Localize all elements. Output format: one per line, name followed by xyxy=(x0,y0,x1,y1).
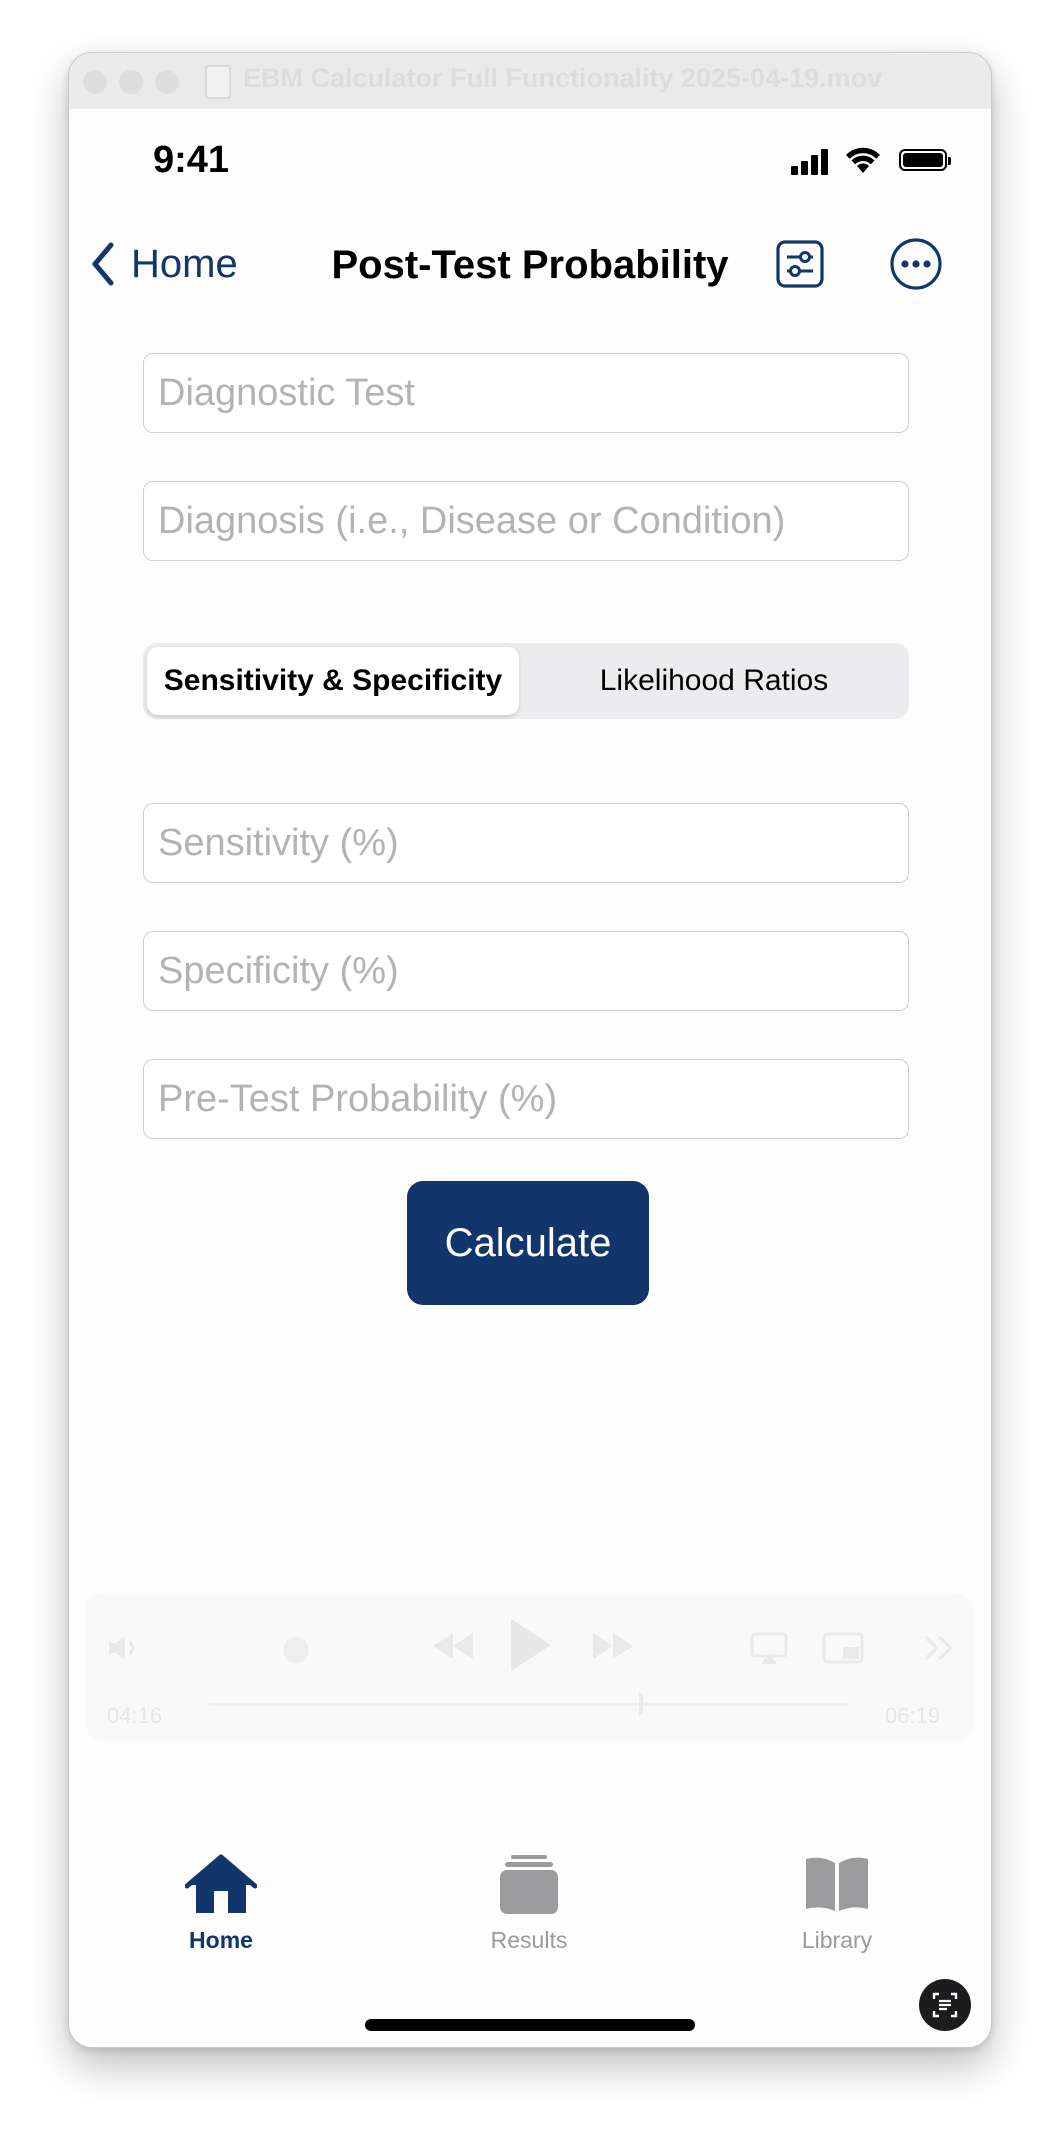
text-scan-icon xyxy=(932,1992,958,2018)
calculate-button[interactable]: Calculate xyxy=(407,1181,649,1305)
document-icon xyxy=(205,65,231,99)
diagnostic-test-input[interactable] xyxy=(143,353,909,433)
page-title: Post-Test Probability xyxy=(331,243,729,287)
book-icon xyxy=(806,1857,868,1911)
segment-likelihood-ratios[interactable]: Likelihood Ratios xyxy=(523,647,905,715)
segment-sensitivity-specificity[interactable]: Sensitivity & Specificity xyxy=(147,647,519,715)
tab-bar: Home Results Library xyxy=(69,1853,991,1973)
minimize-window-button[interactable] xyxy=(119,70,143,94)
scrubber-handle[interactable] xyxy=(639,1693,643,1715)
close-window-button[interactable] xyxy=(83,70,107,94)
tab-library[interactable]: Library xyxy=(747,1853,927,1954)
sliders-icon xyxy=(776,240,824,288)
zoom-window-button[interactable] xyxy=(155,70,179,94)
remaining-time: 06:19 xyxy=(885,1703,941,1728)
tab-results-label: Results xyxy=(490,1927,568,1953)
cellular-signal-icon xyxy=(791,149,829,175)
battery-icon xyxy=(899,149,951,171)
tab-home[interactable]: Home xyxy=(131,1853,311,1954)
tab-home-label: Home xyxy=(189,1927,253,1953)
window-titlebar: EBM Calculator Full Functionality 2025-0… xyxy=(69,53,991,109)
tab-library-label: Library xyxy=(801,1927,873,1953)
more-button[interactable] xyxy=(889,237,943,296)
app-window: EBM Calculator Full Functionality 2025-0… xyxy=(68,52,992,2048)
play-icon[interactable] xyxy=(505,1615,555,1675)
share-icon[interactable] xyxy=(921,1633,955,1663)
volume-icon[interactable] xyxy=(107,1633,143,1663)
live-text-button[interactable] xyxy=(919,1979,971,2031)
window-title: EBM Calculator Full Functionality 2025-0… xyxy=(243,63,883,93)
status-time: 9:41 xyxy=(153,139,230,181)
volume-knob[interactable] xyxy=(283,1637,309,1663)
ellipsis-circle-icon xyxy=(890,238,942,290)
mode-segmented-control: Sensitivity & Specificity Likelihood Rat… xyxy=(143,643,909,719)
status-icons xyxy=(791,145,951,175)
specificity-input[interactable] xyxy=(143,931,909,1011)
elapsed-time: 04:16 xyxy=(107,1703,163,1728)
home-indicator xyxy=(365,2019,695,2031)
scrubber-track[interactable] xyxy=(209,1703,849,1706)
fast-forward-icon[interactable] xyxy=(589,1629,637,1663)
pretest-probability-input[interactable] xyxy=(143,1059,909,1139)
house-icon xyxy=(185,1854,257,1913)
sensitivity-input[interactable] xyxy=(143,803,909,883)
wifi-icon xyxy=(846,147,880,173)
navigation-bar: Home Post-Test Probability xyxy=(69,233,991,303)
rewind-icon[interactable] xyxy=(429,1629,477,1663)
picture-in-picture-icon[interactable] xyxy=(821,1631,865,1665)
video-player-controls: 04:16 06:19 xyxy=(85,1593,973,1741)
tab-results[interactable]: Results xyxy=(439,1853,619,1954)
stack-icon xyxy=(500,1855,558,1914)
settings-button[interactable] xyxy=(775,239,825,294)
airplay-icon[interactable] xyxy=(749,1631,789,1665)
diagnosis-input[interactable] xyxy=(143,481,909,561)
